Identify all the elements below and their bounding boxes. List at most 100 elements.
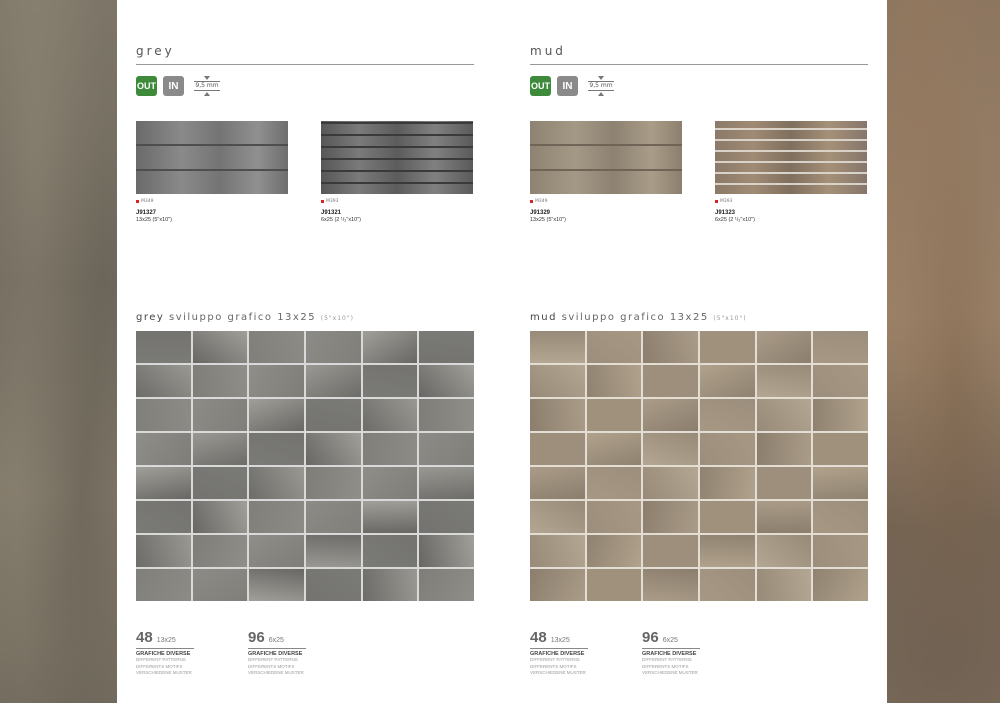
mosaic-tile: [249, 331, 304, 363]
mosaic-tile: [136, 535, 191, 567]
mosaic-tile: [192, 433, 248, 465]
mosaic-tile: [643, 365, 698, 397]
thickness-icon: 9,5 mm: [194, 76, 220, 96]
mosaic-tile: [192, 535, 248, 567]
mosaic-tile: [700, 433, 755, 465]
swatch-code: M349: [141, 199, 154, 204]
mosaic-tile: [306, 501, 361, 533]
mosaic-tile: [306, 535, 361, 567]
mosaic-tile: [249, 365, 304, 397]
mosaic-tile: [530, 399, 585, 431]
mosaic-tile: [136, 331, 191, 363]
mosaic-tile: [362, 365, 418, 397]
mosaic-tile: [643, 501, 698, 533]
mosaic-tile: [192, 365, 248, 397]
outdoor-badge: OUT: [136, 76, 157, 96]
red-marker-icon: [715, 200, 718, 203]
mosaic-tile: [586, 569, 642, 601]
mosaic-tile: [249, 569, 304, 601]
mosaic-tile: [756, 569, 812, 601]
pattern-count: 48 13x25 GRAFICHE DIVERSE DIFFERENT PATTE…: [136, 629, 196, 677]
mosaic-tile: [700, 365, 755, 397]
mosaic-tile: [643, 331, 698, 363]
mosaic-tile: [530, 365, 585, 397]
mosaic-tile: [586, 535, 642, 567]
mosaic-tile: [419, 569, 474, 601]
mosaic-tile: [586, 331, 642, 363]
mosaic-tile: [419, 331, 474, 363]
mosaic-tile: [419, 399, 474, 431]
mosaic-tile: [530, 569, 585, 601]
red-marker-icon: [321, 200, 324, 203]
mosaic-tile: [813, 501, 868, 533]
pattern-counts: 48 13x25 GRAFICHE DIVERSE DIFFERENT PATTE…: [136, 629, 308, 677]
mosaic-tile: [643, 535, 698, 567]
mosaic-tile: [530, 331, 585, 363]
mosaic-tile: [362, 535, 418, 567]
indoor-badge: IN: [557, 76, 578, 96]
pattern-count: 48 13x25 GRAFICHE DIVERSE DIFFERENT PATTE…: [530, 629, 590, 677]
mosaic-tile: [643, 569, 698, 601]
mosaic-tile: [419, 467, 474, 499]
mosaic-tile: [419, 365, 474, 397]
outdoor-badge: OUT: [530, 76, 551, 96]
mosaic-tile: [813, 365, 868, 397]
mosaic-tile: [306, 331, 361, 363]
mosaic-tile: [249, 535, 304, 567]
product-card: M349 J91329 13x25 (5"x10"): [530, 121, 682, 223]
mosaic-tile: [700, 399, 755, 431]
mosaic-tile: [756, 501, 812, 533]
mosaic-tile: [530, 501, 585, 533]
mosaic-tile: [700, 467, 755, 499]
mosaic-tile: [192, 467, 248, 499]
mosaic-tile: [586, 467, 642, 499]
pattern-count: 96 6x25 GRAFICHE DIVERSE DIFFERENT PATTER…: [248, 629, 308, 677]
mosaic-tile: [306, 569, 361, 601]
mosaic-tile: [136, 569, 191, 601]
left-texture-panel: [0, 0, 117, 703]
mosaic-tile: [586, 433, 642, 465]
mosaic-tile: [362, 501, 418, 533]
mosaic-tile: [813, 433, 868, 465]
tile-mosaic: [530, 331, 868, 601]
swatch-code: M393: [326, 199, 339, 204]
mosaic-tile: [362, 331, 418, 363]
mosaic-tile: [700, 569, 755, 601]
mosaic-tile: [419, 501, 474, 533]
mosaic-tile: [192, 569, 248, 601]
title-rule: [136, 64, 474, 65]
mosaic-tile: [306, 467, 361, 499]
mosaic-tile: [419, 433, 474, 465]
mosaic-tile: [136, 365, 191, 397]
column-title: mud: [530, 44, 566, 58]
mosaic-tile: [700, 501, 755, 533]
mosaic-tile: [530, 433, 585, 465]
mosaic-tile: [813, 535, 868, 567]
mosaic-tile: [813, 399, 868, 431]
mosaic-tile: [700, 535, 755, 567]
mosaic-tile: [249, 467, 304, 499]
swatch-code: M349: [535, 199, 548, 204]
thickness-icon: 9,5 mm: [588, 76, 614, 96]
red-marker-icon: [136, 200, 139, 203]
mosaic-tile: [643, 399, 698, 431]
product-card: M393 J91323 6x25 (2 ¹/₂"x10"): [715, 121, 867, 223]
product-card: M349 J91327 13x25 (5"x10"): [136, 121, 288, 223]
layout-subtitle: grey sviluppo grafico 13x25 (5"x10"): [136, 312, 354, 323]
mosaic-tile: [249, 433, 304, 465]
product-code: J91329: [530, 210, 551, 216]
product-card: M393 J91321 6x25 (2 ¹/₂"x10"): [321, 121, 473, 223]
product-code: J91321: [321, 210, 342, 216]
indoor-badge: IN: [163, 76, 184, 96]
mosaic-tile: [136, 433, 191, 465]
pattern-count: 96 6x25 GRAFICHE DIVERSE DIFFERENT PATTER…: [642, 629, 702, 677]
product-code: J91323: [715, 210, 736, 216]
mosaic-tile: [249, 399, 304, 431]
title-rule: [530, 64, 868, 65]
tile-mosaic: [136, 331, 474, 601]
product-size: 6x25 (2 ¹/₂"x10"): [321, 217, 361, 223]
column-title: grey: [136, 44, 175, 58]
swatch-code: M393: [720, 199, 733, 204]
mosaic-tile: [586, 399, 642, 431]
mosaic-tile: [362, 467, 418, 499]
